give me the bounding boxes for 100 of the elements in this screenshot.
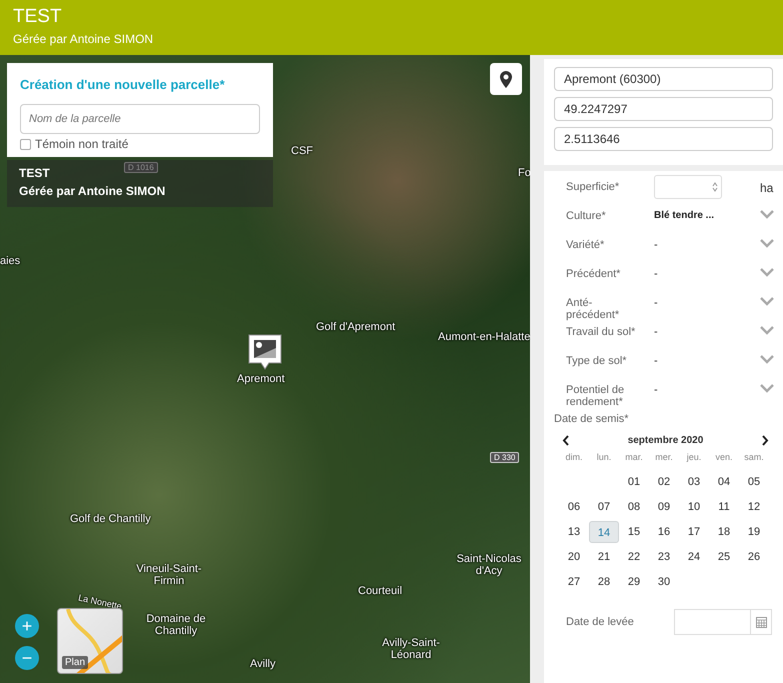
calendar-day[interactable]: 19 [739, 521, 769, 543]
location-field[interactable]: 49.2247297 [554, 97, 773, 121]
place-label: Vineuil-Saint-Firmin [135, 563, 203, 587]
calendar-day[interactable]: 20 [559, 546, 589, 568]
place-label: Domaine de Chantilly [145, 613, 207, 637]
select-value[interactable]: - [654, 326, 744, 338]
unit-label: ha [760, 181, 774, 195]
calendar-day[interactable]: 18 [709, 521, 739, 543]
field-label: Superficie* [566, 181, 620, 193]
calendar-day[interactable]: 08 [619, 496, 649, 518]
location-field[interactable]: 2.5113646 [554, 127, 773, 151]
chevron-down-icon[interactable] [760, 297, 774, 306]
select-value[interactable]: Blé tendre ... [654, 210, 744, 221]
select-value[interactable]: - [654, 297, 744, 309]
place-label: Aumont-en-Halatte [438, 331, 530, 343]
overlay-title: TEST [19, 166, 50, 180]
chevron-down-icon[interactable] [760, 239, 774, 248]
chevron-down-icon[interactable] [760, 326, 774, 335]
weekday-label: ven. [714, 452, 734, 464]
parcel-name-field[interactable]: Nom de la parcelle [20, 104, 260, 134]
calendar-button[interactable] [750, 609, 772, 635]
select-value[interactable]: - [654, 268, 744, 280]
calendar-day[interactable]: 04 [709, 471, 739, 493]
field-label: Date de semis* [554, 413, 629, 425]
calendar-icon [756, 616, 766, 628]
location-field[interactable]: Apremont (60300) [554, 67, 773, 91]
calendar-day[interactable]: 25 [709, 546, 739, 568]
weekday-label: mar. [624, 452, 644, 464]
place-label: CSF [291, 145, 313, 157]
calendar-day[interactable]: 29 [619, 571, 649, 593]
place-label: Golf de Chantilly [70, 513, 151, 525]
calendar-day[interactable]: 13 [559, 521, 589, 543]
field-marker-icon[interactable] [247, 333, 283, 371]
area-field[interactable] [654, 175, 722, 199]
chevron-down-icon[interactable] [760, 210, 774, 219]
road-label: D 1016 [124, 162, 158, 173]
field-label: Culture* [566, 210, 607, 222]
next-month-icon[interactable] [761, 435, 769, 446]
chevron-down-icon[interactable] [760, 355, 774, 364]
month-title: septembre 2020 [626, 435, 704, 446]
calendar-day[interactable]: 21 [589, 546, 619, 568]
calendar-day[interactable]: 12 [739, 496, 769, 518]
place-label: Courteuil [358, 585, 402, 597]
weekday-label: mer. [654, 452, 674, 464]
overlay-subtitle: Gérée par Antoine SIMON [19, 184, 166, 198]
place-label: Fo [518, 167, 530, 179]
calendar-day[interactable]: 16 [649, 521, 679, 543]
calendar-day[interactable]: 30 [649, 571, 679, 593]
field-label: Anté-précédent* [566, 297, 620, 321]
place-label: Saint-Nicolas d'Acy [456, 553, 522, 577]
spinner-icon [712, 182, 718, 192]
weekday-label: sam. [743, 452, 765, 464]
place-label: Apremont [237, 373, 285, 385]
place-label: Golf d'Apremont [316, 321, 396, 333]
chevron-down-icon[interactable] [760, 268, 774, 277]
calendar-day[interactable]: 24 [679, 546, 709, 568]
map-pin-icon [500, 70, 512, 88]
select-value[interactable]: - [654, 355, 744, 367]
calendar-day[interactable]: 14 [589, 521, 619, 543]
panel-title: Création d'une nouvelle parcelle* [20, 77, 226, 92]
field-label: Type de sol* [566, 355, 628, 367]
field-label: Précédent* [566, 268, 622, 280]
location-button[interactable] [490, 63, 522, 95]
checkbox[interactable] [20, 138, 31, 150]
header-subtitle: Gérée par Antoine SIMON [13, 32, 154, 46]
calendar-day[interactable]: 09 [649, 496, 679, 518]
select-value[interactable]: - [654, 239, 744, 251]
calendar-day[interactable]: 10 [679, 496, 709, 518]
previous-month-icon[interactable] [562, 435, 570, 446]
calendar-day[interactable]: 28 [589, 571, 619, 593]
calendar-day[interactable]: 22 [619, 546, 649, 568]
calendar-day[interactable]: 23 [649, 546, 679, 568]
calendar-day[interactable]: 06 [559, 496, 589, 518]
weekday-label: dim. [564, 452, 584, 464]
header-title: TEST [13, 6, 63, 28]
select-value[interactable]: - [654, 384, 744, 396]
field-label: Travail du sol* [566, 326, 636, 338]
satellite-map[interactable] [0, 55, 530, 683]
calendar-day[interactable]: 07 [589, 496, 619, 518]
weekday-label: jeu. [686, 452, 702, 464]
place-label: Avilly-Saint-Léonard [381, 637, 441, 661]
chevron-down-icon[interactable] [760, 384, 774, 393]
calendar-day[interactable]: 03 [679, 471, 709, 493]
map-layer-button[interactable]: Plan [57, 608, 123, 674]
field-label: Variété* [566, 239, 606, 251]
road-label: D 330 [490, 452, 520, 463]
calendar-day[interactable]: 26 [739, 546, 769, 568]
calendar-day[interactable]: 17 [679, 521, 709, 543]
place-label: Avilly [250, 658, 276, 670]
calendar-day[interactable]: 27 [559, 571, 589, 593]
calendar-day[interactable]: 15 [619, 521, 649, 543]
checkbox-label: Témoin non traité [35, 137, 128, 151]
weekday-label: lun. [596, 452, 612, 464]
place-label: aies [0, 255, 20, 267]
field-label: Date de levée [566, 616, 635, 628]
calendar-day[interactable]: 02 [649, 471, 679, 493]
calendar-day[interactable]: 11 [709, 496, 739, 518]
field-label: Potentiel de rendement* [566, 384, 626, 408]
calendar-day[interactable]: 01 [619, 471, 649, 493]
calendar-day[interactable]: 05 [739, 471, 769, 493]
